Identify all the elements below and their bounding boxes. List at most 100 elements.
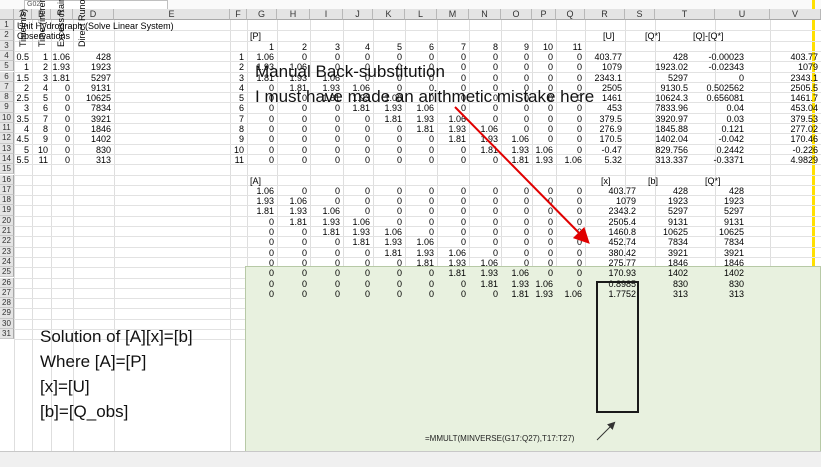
- a-matrix-cell: 1.93: [480, 268, 498, 279]
- row-header[interactable]: 3: [0, 40, 14, 51]
- row-header[interactable]: 31: [0, 329, 14, 340]
- obs-cell: 830: [95, 144, 111, 155]
- p-index-cell: 1: [238, 51, 244, 62]
- row-header[interactable]: 21: [0, 226, 14, 237]
- row-header[interactable]: 5: [0, 61, 14, 72]
- a-matrix-cell: 0: [268, 247, 274, 258]
- column-header[interactable]: Q: [556, 9, 585, 20]
- row-header[interactable]: 25: [0, 267, 14, 278]
- p-matrix-cell: 0: [334, 124, 340, 134]
- p-index-cell: 4: [238, 82, 244, 93]
- a-matrix-cell: 1.93: [289, 206, 307, 217]
- a-matrix-cell: 1.93: [511, 278, 529, 289]
- column-header[interactable]: J: [343, 9, 373, 20]
- column-header[interactable]: G: [247, 9, 277, 20]
- column-header[interactable]: K: [373, 9, 405, 20]
- column-header[interactable]: I: [310, 9, 343, 20]
- obs-cell: 8: [42, 124, 48, 134]
- column-header[interactable]: L: [405, 9, 437, 20]
- column-header[interactable]: H: [277, 9, 310, 20]
- obs-cell: 5: [42, 93, 48, 104]
- obs-cell: 0: [64, 82, 70, 93]
- row-header[interactable]: 23: [0, 246, 14, 257]
- row-header[interactable]: 12: [0, 133, 14, 144]
- a-matrix-cell: 0: [396, 268, 402, 279]
- select-all-corner[interactable]: [0, 9, 14, 20]
- a-matrix-cell: 0: [334, 247, 340, 258]
- row-header[interactable]: 11: [0, 123, 14, 134]
- row-header[interactable]: 22: [0, 236, 14, 247]
- a-matrix-cell: 0: [268, 227, 274, 237]
- row-header[interactable]: 30: [0, 318, 14, 329]
- row-header[interactable]: 16: [0, 174, 14, 185]
- column-header[interactable]: S: [625, 9, 655, 20]
- grid-line: [14, 174, 821, 176]
- row-header[interactable]: 9: [0, 102, 14, 113]
- a-matrix-cell: 1.81: [256, 206, 274, 217]
- column-header[interactable]: O: [501, 9, 532, 20]
- row-header[interactable]: 1: [0, 20, 14, 31]
- a-matrix-cell: 1.93: [352, 227, 370, 237]
- obs-cell: 0: [64, 154, 70, 165]
- row-header[interactable]: 26: [0, 277, 14, 288]
- p-matrix-cell: 1.06: [535, 144, 553, 155]
- column-header[interactable]: P: [532, 9, 556, 20]
- p-matrix-cell: 0: [301, 51, 307, 62]
- p-matrix-cell: 1.93: [416, 113, 434, 124]
- a-matrix-cell: 1.06: [289, 196, 307, 207]
- obs-cell: 0: [64, 103, 70, 114]
- a-matrix-cell: 0: [301, 247, 307, 258]
- x-cell: 2505.4: [608, 216, 636, 227]
- row-header[interactable]: 8: [0, 92, 14, 103]
- a-matrix-cell: 1.06: [256, 185, 274, 196]
- row-header[interactable]: 7: [0, 81, 14, 93]
- row-header[interactable]: 17: [0, 184, 14, 196]
- row-header[interactable]: 15: [0, 164, 14, 175]
- a-matrix-cell: 0: [268, 237, 274, 248]
- column-header[interactable]: M: [437, 9, 469, 20]
- a-matrix-cell: 0: [576, 227, 582, 237]
- p-header-cell: 3: [334, 41, 340, 52]
- row-header[interactable]: 19: [0, 205, 14, 216]
- b-cell: 428: [672, 185, 688, 196]
- column-header[interactable]: E: [114, 9, 230, 20]
- column-header[interactable]: R: [585, 9, 625, 20]
- a-matrix-cell: 0: [523, 237, 529, 248]
- p-matrix-cell: 1.81: [511, 154, 529, 165]
- obs-cell: 10625: [85, 93, 111, 104]
- row-header[interactable]: 18: [0, 195, 14, 206]
- row-header[interactable]: 2: [0, 30, 14, 41]
- column-header[interactable]: N: [469, 9, 501, 20]
- obs-cell: 3921: [90, 113, 111, 124]
- a-matrix-cell: 1.81: [448, 268, 466, 279]
- row-header[interactable]: 28: [0, 298, 14, 309]
- row-header[interactable]: 6: [0, 71, 14, 82]
- row-header[interactable]: 10: [0, 112, 14, 123]
- row-header[interactable]: 27: [0, 287, 14, 299]
- p-matrix-cell: 0: [364, 113, 370, 124]
- a-matrix-cell: 0: [492, 216, 498, 227]
- p-matrix-cell: 0: [396, 51, 402, 62]
- obs-cell: 10: [37, 144, 48, 155]
- a-matrix-cell: 0: [428, 268, 434, 279]
- row-header[interactable]: 14: [0, 153, 14, 165]
- p-matrix-cell: 1.93: [448, 124, 466, 134]
- p-matrix-cell: 0: [301, 113, 307, 124]
- row-header[interactable]: 29: [0, 308, 14, 319]
- row-header[interactable]: 4: [0, 50, 14, 62]
- row-header[interactable]: 13: [0, 143, 14, 154]
- row-header[interactable]: 24: [0, 256, 14, 268]
- column-header[interactable]: F: [230, 9, 247, 20]
- column-header[interactable]: T: [655, 9, 715, 20]
- column-header[interactable]: U: [715, 9, 770, 20]
- a-matrix-cell: 0: [428, 196, 434, 207]
- b-cell: 10625: [662, 227, 688, 237]
- p-matrix-cell: 1.06: [564, 154, 582, 165]
- a-matrix-cell: 0: [268, 288, 274, 299]
- row-header[interactable]: 20: [0, 215, 14, 226]
- a-matrix-cell: 0: [364, 206, 370, 217]
- column-header[interactable]: V: [770, 9, 821, 20]
- p-matrix-cell: 0: [268, 134, 274, 145]
- a-matrix-cell: 0: [492, 237, 498, 248]
- q-star-green-cell: 5297: [723, 206, 744, 217]
